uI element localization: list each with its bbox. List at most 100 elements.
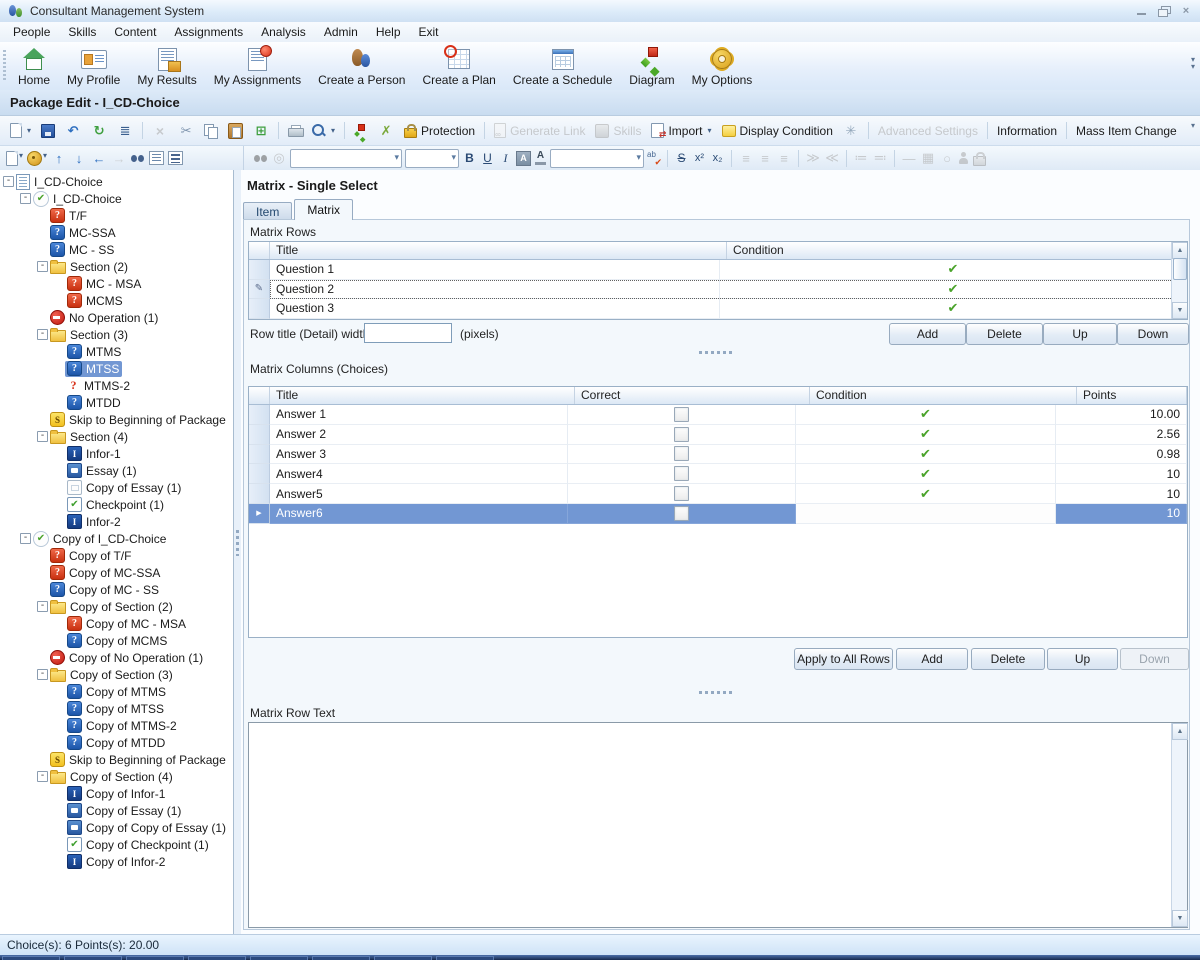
up-button[interactable]: Up [1047, 648, 1118, 670]
scroll-up-icon[interactable]: ▲ [1172, 242, 1188, 259]
diagram-red-button[interactable] [350, 121, 372, 141]
mass-item-change-button[interactable]: Mass Item Change [1072, 121, 1181, 141]
tree-item-copy-of-infor-1[interactable]: ICopy of Infor-1 [0, 785, 233, 802]
scroll-down-icon[interactable]: ▼ [1172, 302, 1188, 319]
tab-item[interactable]: Item [243, 202, 292, 220]
rows-columns-splitter[interactable] [244, 348, 1189, 356]
row-selector-cell[interactable] [249, 484, 270, 504]
view-list-dense-button[interactable] [168, 151, 183, 165]
font-color-button[interactable] [534, 152, 547, 165]
format-sub-button[interactable]: x₂ [710, 152, 725, 164]
paste-button[interactable] [224, 120, 247, 142]
tree-item-copy-of-mtms-2[interactable]: ?Copy of MTMS-2 [0, 717, 233, 734]
matrix-rows-scrollbar[interactable]: ▲▼ [1171, 242, 1187, 319]
search-button[interactable]: ▾ [308, 121, 339, 141]
print-button[interactable] [284, 122, 306, 140]
menu-item-exit[interactable]: Exit [410, 22, 448, 42]
tree-item-copy-of-no-operation-1[interactable]: Copy of No Operation (1) [0, 649, 233, 666]
scrollbar-thumb[interactable] [1173, 258, 1187, 280]
tree-item-copy-of-essay-1[interactable]: Copy of Essay (1) [0, 802, 233, 819]
row-selector-cell[interactable] [249, 425, 270, 445]
snowflake-button[interactable]: ✳ [839, 120, 863, 142]
tree-expander-icon[interactable]: - [37, 771, 48, 782]
toolbar-overflow-chevron[interactable]: ▾▾ [1188, 56, 1198, 70]
row-selector-cell[interactable] [249, 299, 270, 319]
table-row-answer-3[interactable]: Answer 3✔0.98 [249, 445, 1187, 465]
row-selector-cell[interactable] [249, 260, 270, 280]
tree-item-copy-of-mc-ssa[interactable]: ?Copy of MC-SSA [0, 564, 233, 581]
tree-item-mtms[interactable]: ?MTMS [0, 343, 233, 360]
table-row-answer5[interactable]: Answer5✔10 [249, 484, 1187, 504]
tree-item-copy-of-mtdd[interactable]: ?Copy of MTDD [0, 734, 233, 751]
font-name-combo[interactable] [290, 149, 402, 168]
view-list-button[interactable] [149, 151, 164, 165]
cut-button[interactable]: ✂ [174, 120, 198, 142]
tree-item-mc-msa[interactable]: ?MC - MSA [0, 275, 233, 292]
correct-checkbox[interactable] [674, 427, 689, 442]
font-box-button[interactable] [516, 151, 531, 166]
new-document-button[interactable]: ▾ [6, 151, 23, 166]
undo-button[interactable]: ↶ [61, 120, 85, 142]
column-header-correct[interactable]: Correct [575, 387, 810, 404]
selected-row-arrow-icon[interactable]: ▶ [249, 504, 270, 524]
menu-item-assignments[interactable]: Assignments [165, 22, 252, 42]
tree-item-section-4[interactable]: -Section (4) [0, 428, 233, 445]
tree-item-copy-of-mc-ss[interactable]: ?Copy of MC - SS [0, 581, 233, 598]
menu-item-people[interactable]: People [4, 22, 59, 42]
edit-pencil-icon[interactable]: ✎ [249, 280, 270, 300]
scroll-down-icon[interactable]: ▼ [1172, 910, 1188, 927]
tree-item-copy-of-section-2[interactable]: -Copy of Section (2) [0, 598, 233, 615]
my-assignments-button[interactable]: My Assignments [208, 44, 307, 89]
tree-expander-icon[interactable]: - [37, 261, 48, 272]
style-combo[interactable] [550, 149, 644, 168]
tree-item-t-f[interactable]: ?T/F [0, 207, 233, 224]
correct-checkbox[interactable] [674, 407, 689, 422]
my-results-button[interactable]: My Results [131, 44, 202, 89]
format-sup-button[interactable]: x² [692, 152, 707, 164]
delete-button[interactable]: Delete [966, 323, 1043, 345]
scroll-up-icon[interactable]: ▲ [1172, 723, 1188, 740]
row-title-width-input[interactable] [364, 323, 452, 343]
add-button[interactable]: Add [889, 323, 966, 345]
import-button[interactable]: Import▾ [647, 120, 715, 141]
menu-item-admin[interactable]: Admin [315, 22, 367, 42]
column-header-title[interactable]: Title [270, 387, 575, 404]
tree-item-copy-of-mtss[interactable]: ?Copy of MTSS [0, 700, 233, 717]
tree-expander-icon[interactable]: - [20, 193, 31, 204]
font-size-combo[interactable] [405, 149, 459, 168]
arrow-up-button[interactable]: ↑ [51, 150, 67, 166]
column-header-condition[interactable]: Condition [727, 242, 1187, 259]
tree-item-mtdd[interactable]: ?MTDD [0, 394, 233, 411]
add-button[interactable]: Add [896, 648, 968, 670]
home-button[interactable]: Home [12, 44, 56, 89]
tree-item-skip-to-beginning-of-package[interactable]: SSkip to Beginning of Package [0, 411, 233, 428]
tree-expander-icon[interactable]: - [20, 533, 31, 544]
information-button[interactable]: Information [993, 121, 1061, 141]
tree-item-copy-of-infor-2[interactable]: ICopy of Infor-2 [0, 853, 233, 870]
table-row-question-3[interactable]: Question 3✔ [249, 299, 1187, 319]
tree-item-section-3[interactable]: -Section (3) [0, 326, 233, 343]
correct-checkbox[interactable] [674, 506, 689, 521]
tree-item-skip-to-beginning-of-package[interactable]: SSkip to Beginning of Package [0, 751, 233, 768]
restore-button[interactable] [1158, 6, 1170, 16]
menu-item-content[interactable]: Content [105, 22, 165, 42]
columns-text-splitter[interactable] [244, 688, 1189, 696]
tree-item-infor-1[interactable]: IInfor-1 [0, 445, 233, 462]
tree-expander-icon[interactable]: - [37, 601, 48, 612]
arrow-down-button[interactable]: ↓ [71, 150, 87, 166]
tree-item-copy-of-mcms[interactable]: ?Copy of MCMS [0, 632, 233, 649]
tree-item-copy-of-checkpoint-1[interactable]: ✔Copy of Checkpoint (1) [0, 836, 233, 853]
tree-item-copy-of-i-cd-choice[interactable]: -✔Copy of I_CD-Choice [0, 530, 233, 547]
green-x-button[interactable]: ✗ [374, 120, 398, 142]
column-header-condition[interactable]: Condition [810, 387, 1077, 404]
up-button[interactable]: Up [1043, 323, 1117, 345]
edit-toolbar-overflow-chevron[interactable]: ▾ [1188, 122, 1198, 129]
table-row-answer6[interactable]: ▶Answer610 [249, 504, 1187, 524]
table-row-answer-2[interactable]: Answer 2✔2.56 [249, 425, 1187, 445]
row-selector-cell[interactable] [249, 405, 270, 425]
tree-item-copy-of-essay-1[interactable]: Copy of Essay (1) [0, 479, 233, 496]
minimize-button[interactable] [1136, 6, 1148, 16]
copy-button[interactable] [200, 121, 222, 141]
add-node-button[interactable]: ⊞ [249, 120, 273, 142]
menu-item-skills[interactable]: Skills [59, 22, 105, 42]
